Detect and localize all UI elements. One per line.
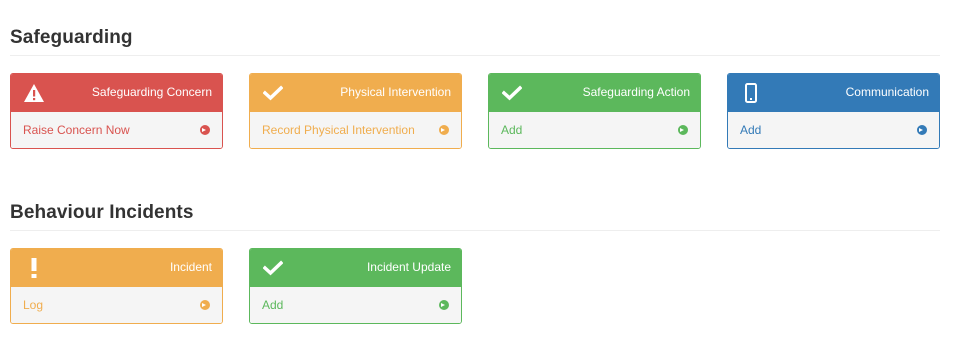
- card-footer[interactable]: Record Physical Intervention: [250, 111, 461, 148]
- mobile-phone-icon: [740, 82, 762, 104]
- card-title: Safeguarding Action: [582, 85, 690, 99]
- add-communication-link[interactable]: Add: [740, 123, 761, 137]
- check-icon: [262, 257, 284, 279]
- card-communication[interactable]: Communication Add: [727, 73, 940, 149]
- record-physical-intervention-link[interactable]: Record Physical Intervention: [262, 123, 415, 137]
- section-title-behaviour-incidents: Behaviour Incidents: [10, 202, 194, 223]
- card-footer[interactable]: Add: [728, 111, 939, 148]
- arrow-circle-right-icon: [200, 125, 210, 135]
- card-header: Safeguarding Action: [489, 74, 700, 111]
- raise-concern-link[interactable]: Raise Concern Now: [23, 123, 130, 137]
- card-header: Incident Update: [250, 249, 461, 286]
- add-safeguarding-action-link[interactable]: Add: [501, 123, 522, 137]
- arrow-circle-right-icon: [200, 300, 210, 310]
- card-title: Communication: [845, 85, 929, 99]
- card-safeguarding-action[interactable]: Safeguarding Action Add: [488, 73, 701, 149]
- section-title-safeguarding: Safeguarding: [10, 27, 133, 48]
- card-footer[interactable]: Raise Concern Now: [11, 111, 222, 148]
- card-physical-intervention[interactable]: Physical Intervention Record Physical In…: [249, 73, 462, 149]
- log-incident-link[interactable]: Log: [23, 298, 43, 312]
- section-divider: [10, 230, 940, 231]
- card-footer[interactable]: Log: [11, 286, 222, 323]
- card-title: Safeguarding Concern: [91, 85, 212, 99]
- warning-icon: [23, 82, 45, 104]
- add-incident-update-link[interactable]: Add: [262, 298, 283, 312]
- card-safeguarding-concern[interactable]: Safeguarding Concern Raise Concern Now: [10, 73, 223, 149]
- arrow-circle-right-icon: [439, 300, 449, 310]
- card-footer[interactable]: Add: [250, 286, 461, 323]
- card-incident[interactable]: Incident Log: [10, 248, 223, 324]
- card-footer[interactable]: Add: [489, 111, 700, 148]
- arrow-circle-right-icon: [439, 125, 449, 135]
- exclamation-icon: [23, 257, 45, 279]
- card-header: Safeguarding Concern: [11, 74, 222, 111]
- arrow-circle-right-icon: [678, 125, 688, 135]
- card-title: Physical Intervention: [340, 85, 451, 99]
- arrow-circle-right-icon: [917, 125, 927, 135]
- card-title: Incident: [169, 260, 212, 274]
- card-incident-update[interactable]: Incident Update Add: [249, 248, 462, 324]
- card-header: Incident: [11, 249, 222, 286]
- check-icon: [262, 82, 284, 104]
- card-header: Communication: [728, 74, 939, 111]
- section-divider: [10, 55, 940, 56]
- card-header: Physical Intervention: [250, 74, 461, 111]
- card-title: Incident Update: [366, 260, 451, 274]
- check-icon: [501, 82, 523, 104]
